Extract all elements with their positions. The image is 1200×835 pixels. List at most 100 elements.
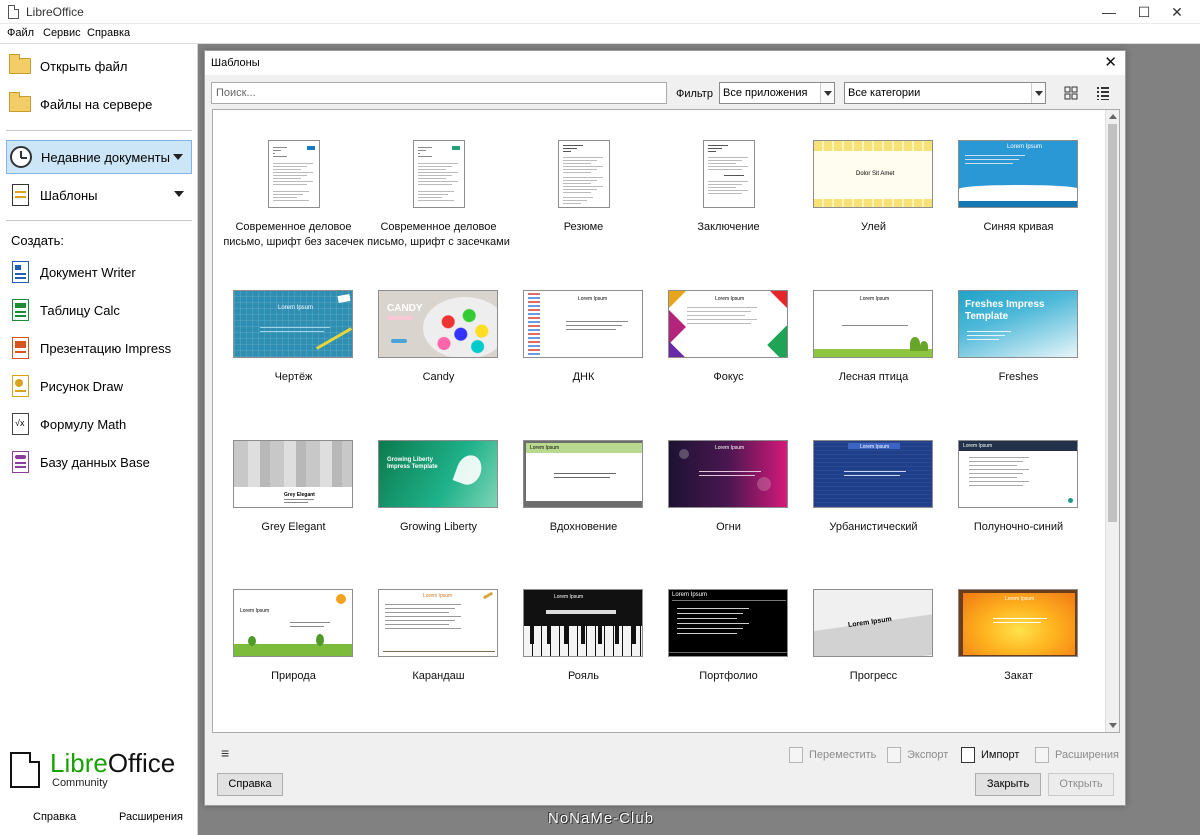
- template-name: Рояль: [567, 670, 600, 682]
- folder-icon: [8, 54, 32, 78]
- template-thumbnail-text: Lorem Ipsum: [860, 296, 890, 302]
- help-button[interactable]: Справка: [217, 773, 283, 796]
- draw-icon: [8, 374, 32, 398]
- open-file-label: Открыть файл: [40, 58, 128, 74]
- thumbnail-view-icon[interactable]: [1063, 85, 1079, 101]
- remote-files-button[interactable]: Файлы на сервере: [6, 87, 192, 121]
- template-thumbnail: Lorem Ipsum: [813, 440, 933, 508]
- create-calc-button[interactable]: Таблицу Calc: [6, 293, 192, 327]
- template-thumbnail-text: Grey Elegant: [284, 492, 315, 498]
- template-thumbnail-text: Lorem Ipsum: [715, 296, 745, 302]
- template-item[interactable]: Lorem Ipsum Синяя кривая: [946, 110, 1091, 260]
- import-button[interactable]: Импорт: [961, 747, 1019, 763]
- menu-tools[interactable]: Сервис: [43, 27, 81, 39]
- close-button[interactable]: Закрыть: [975, 773, 1041, 796]
- template-item[interactable]: Современное деловое письмо, шрифт без за…: [221, 110, 366, 260]
- template-grid-scrollbar[interactable]: [1105, 110, 1119, 732]
- export-button[interactable]: Экспорт: [887, 747, 948, 763]
- template-item[interactable]: Lorem Ipsum Портфолио: [656, 559, 801, 709]
- application-filter-select[interactable]: Все приложения: [719, 82, 835, 104]
- template-name: Лесная птица: [838, 371, 909, 383]
- libreoffice-logo-icon: [10, 752, 40, 788]
- template-item[interactable]: Резюме: [511, 110, 656, 260]
- create-math-button[interactable]: √x Формулу Math: [6, 407, 192, 441]
- create-base-button[interactable]: Базу данных Base: [6, 445, 192, 479]
- category-filter-select[interactable]: Все категории: [844, 82, 1046, 104]
- start-center-sidebar: Открыть файл Файлы на сервере Недавние д…: [0, 44, 198, 835]
- scrollbar-thumb[interactable]: [1108, 124, 1117, 522]
- template-item[interactable]: Grey Elegant Grey Elegant: [221, 410, 366, 560]
- template-item[interactable]: Growing Liberty Impress Template Growing …: [366, 410, 511, 560]
- chevron-down-icon[interactable]: [174, 191, 184, 197]
- template-thumbnail-text: Lorem Ipsum: [578, 296, 608, 302]
- template-item[interactable]: Lorem Ipsum Фокус: [656, 260, 801, 410]
- close-window-button[interactable]: ✕: [1154, 0, 1200, 24]
- template-item[interactable]: Freshes Impress Template Freshes: [946, 260, 1091, 410]
- template-name: Прогресс: [849, 670, 898, 682]
- scroll-up-icon[interactable]: [1109, 114, 1117, 119]
- chevron-down-icon[interactable]: [173, 154, 183, 160]
- template-item[interactable]: Lorem Ipsum Полуночно-синий: [946, 410, 1091, 560]
- menu-help[interactable]: Справка: [87, 27, 130, 39]
- clock-icon: [9, 145, 33, 169]
- template-name: Чертёж: [274, 371, 313, 383]
- libreoffice-logo: LibreOffice Community: [10, 748, 190, 792]
- template-item[interactable]: Lorem Ipsum Карандаш: [366, 559, 511, 709]
- open-button[interactable]: Открыть: [1048, 773, 1114, 796]
- dialog-title: Шаблоны: [211, 57, 260, 69]
- template-item[interactable]: Lorem Ipsum Рояль: [511, 559, 656, 709]
- watermark: NoNaMe-Club: [548, 810, 655, 827]
- extensions-label: Расширения: [1055, 749, 1119, 761]
- template-name: Портфолио: [699, 670, 758, 682]
- remote-files-label: Файлы на сервере: [40, 96, 153, 112]
- template-item[interactable]: Lorem Ipsum ДНК: [511, 260, 656, 410]
- recent-documents-label: Недавние документы: [41, 149, 170, 165]
- create-impress-button[interactable]: Презентацию Impress: [6, 331, 192, 365]
- template-thumbnail: Lorem Ipsum: [668, 440, 788, 508]
- template-item[interactable]: Lorem Ipsum Урбанистический: [801, 410, 946, 560]
- create-draw-label: Рисунок Draw: [40, 378, 123, 394]
- template-name: Закат: [1004, 670, 1033, 682]
- category-filter-value: Все категории: [848, 87, 921, 99]
- scroll-down-icon[interactable]: [1109, 723, 1117, 728]
- sidebar-help-button[interactable]: Справка: [33, 811, 76, 823]
- hamburger-menu-icon[interactable]: ≡: [221, 745, 229, 761]
- template-search-input[interactable]: [211, 82, 667, 104]
- dialog-close-icon[interactable]: ✕: [1104, 53, 1117, 71]
- menu-file[interactable]: Файл: [7, 27, 34, 39]
- template-item[interactable]: Lorem Ipsum Прогресс: [801, 559, 946, 709]
- template-name: Заключение: [697, 221, 760, 233]
- open-file-button[interactable]: Открыть файл: [6, 49, 192, 83]
- template-item[interactable]: Dolor Sit Amet Улей: [801, 110, 946, 260]
- create-heading: Создать:: [11, 233, 65, 248]
- template-item[interactable]: Современное деловое письмо, шрифт с засе…: [366, 110, 511, 260]
- template-item[interactable]: Lorem Ipsum Лесная птица: [801, 260, 946, 410]
- templates-button[interactable]: Шаблоны: [6, 178, 192, 212]
- template-name: Урбанистический: [829, 521, 918, 533]
- filter-label: Фильтр: [676, 88, 713, 100]
- template-thumbnail-text: Lorem Ipsum: [1007, 144, 1043, 150]
- recent-documents-button[interactable]: Недавние документы: [6, 140, 192, 174]
- template-thumbnail-text: Lorem Ipsum: [554, 594, 584, 600]
- template-item[interactable]: Заключение: [656, 110, 801, 260]
- template-name: Карандаш: [412, 670, 465, 682]
- sidebar-extensions-button[interactable]: Расширения: [119, 811, 183, 823]
- chevron-down-icon[interactable]: [820, 83, 834, 103]
- chevron-down-icon[interactable]: [1031, 83, 1045, 103]
- list-view-icon[interactable]: [1095, 85, 1111, 101]
- template-item[interactable]: Lorem Ipsum Огни: [656, 410, 801, 560]
- template-item[interactable]: Lorem Ipsum Закат: [946, 559, 1091, 709]
- move-button[interactable]: Переместить: [789, 747, 876, 763]
- template-item[interactable]: Lorem Ipsum Вдохновение: [511, 410, 656, 560]
- template-thumbnail-text: Freshes Impress Template: [965, 299, 1045, 322]
- import-label: Импорт: [981, 749, 1020, 761]
- writer-icon: [8, 260, 32, 284]
- create-writer-button[interactable]: Документ Writer: [6, 255, 192, 289]
- template-item[interactable]: Lorem Ipsum Чертёж: [221, 260, 366, 410]
- template-thumbnail: Freshes Impress Template: [958, 290, 1078, 358]
- create-draw-button[interactable]: Рисунок Draw: [6, 369, 192, 403]
- extensions-button[interactable]: Расширения: [1035, 747, 1119, 763]
- create-math-label: Формулу Math: [40, 416, 127, 432]
- template-item[interactable]: CANDY Candy: [366, 260, 511, 410]
- template-item[interactable]: Lorem Ipsum Природа: [221, 559, 366, 709]
